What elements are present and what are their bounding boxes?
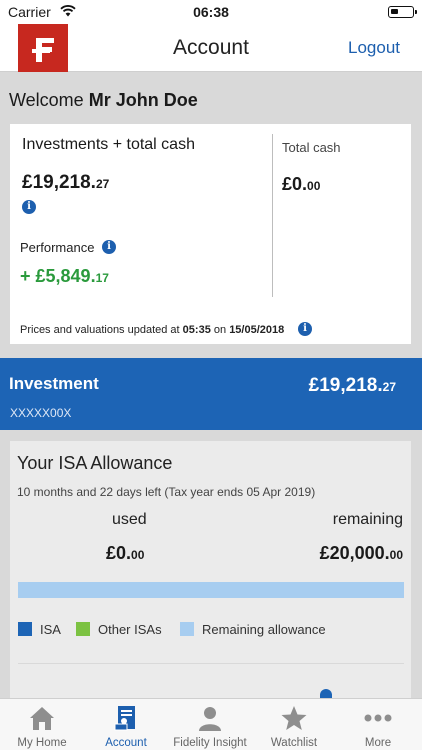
tab-my-home[interactable]: My Home <box>0 699 84 750</box>
account-icon <box>114 706 135 731</box>
isa-remaining-label: remaining <box>332 511 403 528</box>
legend-label-remaining: Remaining allowance <box>202 622 326 637</box>
user-name: Mr John Doe <box>88 90 198 110</box>
prices-info-icon[interactable]: i <box>298 322 312 336</box>
summary-divider <box>272 134 273 297</box>
investment-account-row[interactable]: Investment XXXXX00X £19,218.27 <box>0 358 422 430</box>
status-bar: Carrier 06:38 <box>0 0 422 24</box>
isa-time-left: 10 months and 22 days left (Tax year end… <box>17 485 316 499</box>
tab-more[interactable]: More <box>336 699 420 750</box>
tab-account[interactable]: Account <box>84 699 168 750</box>
isa-used-value: £0.00 <box>106 543 145 563</box>
tab-label: My Home <box>17 737 67 749</box>
home-icon <box>30 707 54 730</box>
welcome-prefix: Welcome <box>9 90 84 110</box>
legend-swatch-remaining <box>180 622 194 636</box>
investments-total-label: Investments + total cash <box>22 136 195 153</box>
isa-remaining-value: £20,000.00 <box>319 543 403 563</box>
tab-watchlist[interactable]: Watchlist <box>252 699 336 750</box>
investments-total-value: £19,218.27 <box>22 172 110 193</box>
star-icon <box>281 706 307 730</box>
tab-label: Account <box>105 737 147 749</box>
isa-divider <box>18 663 404 664</box>
prices-updated-text: Prices and valuations updated at 05:35 o… <box>20 324 285 336</box>
performance-value: + £5,849.17 <box>20 266 109 286</box>
legend-label-isa: ISA <box>40 622 61 637</box>
total-cash-value: £0.00 <box>282 174 321 194</box>
portfolio-summary-card: Investments + total cash £19,218.27 i Pe… <box>10 124 411 344</box>
account-number: XXXXX00X <box>10 406 72 420</box>
tab-fidelity-insight[interactable]: Fidelity Insight <box>168 699 252 750</box>
legend-swatch-other-isas <box>76 622 90 636</box>
investment-value: £19,218.27 <box>308 375 396 396</box>
performance-label: Performance <box>20 240 95 255</box>
investments-info-icon[interactable]: i <box>22 200 36 214</box>
legend-swatch-isa <box>18 622 32 636</box>
isa-title: Your ISA Allowance <box>17 453 173 473</box>
legend-label-other-isas: Other ISAs <box>98 622 162 637</box>
isa-allowance-bar <box>18 582 404 598</box>
isa-used-label: used <box>112 511 147 528</box>
logout-button[interactable]: Logout <box>348 38 400 58</box>
tab-label: More <box>364 737 392 749</box>
tab-label: Fidelity Insight <box>173 737 247 749</box>
tab-bar: My Home Account Fidelity Insight Watchli… <box>0 698 422 750</box>
isa-allowance-card: Your ISA Allowance 10 months and 22 days… <box>10 441 411 701</box>
performance-info-icon[interactable]: i <box>102 240 116 254</box>
nav-bar: Account Logout <box>0 24 422 72</box>
tab-label: Watchlist <box>270 737 318 749</box>
more-icon <box>364 714 392 722</box>
welcome-message: Welcome Mr John Doe <box>9 90 198 111</box>
clock: 06:38 <box>193 4 229 20</box>
total-cash-label: Total cash <box>282 140 341 155</box>
battery-icon <box>388 6 417 18</box>
person-icon <box>199 707 221 731</box>
investment-title: Investment <box>9 374 99 393</box>
